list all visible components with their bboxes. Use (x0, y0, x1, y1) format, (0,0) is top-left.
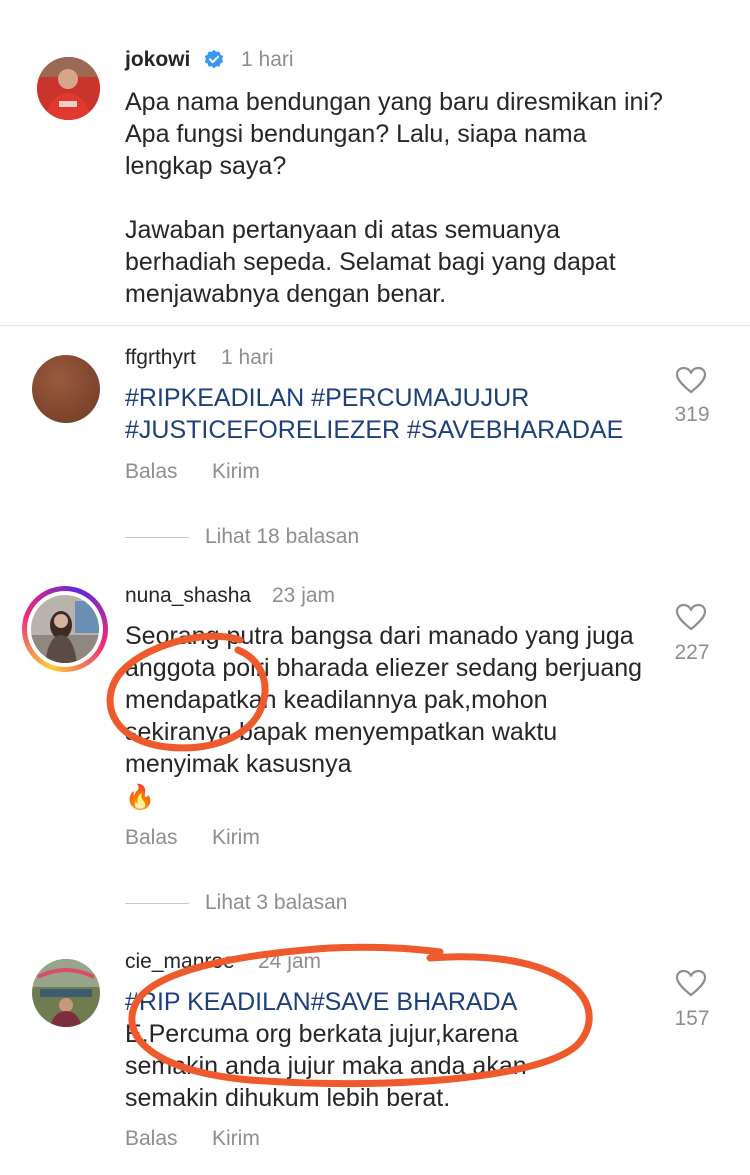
comment-hashtags[interactable]: #RIP KEADILAN#SAVE BHARADA (125, 986, 655, 1018)
avatar-image (37, 57, 100, 120)
view-replies-link[interactable]: Lihat 3 balasan (205, 891, 347, 915)
fire-emoji: 🔥 (125, 784, 155, 811)
like-count: 157 (674, 1007, 710, 1030)
reply-button[interactable]: Balas (125, 460, 178, 484)
comment-timestamp: 23 jam (272, 584, 336, 607)
heart-icon[interactable] (675, 969, 707, 997)
avatar[interactable] (32, 959, 100, 1027)
verified-badge-icon (204, 49, 224, 69)
comment-text: Seorang putra bangsa dari manado yang ju… (125, 622, 650, 778)
comment-username[interactable]: ffgrthyrt (125, 346, 196, 370)
send-button[interactable]: Kirim (212, 460, 260, 484)
comment-hashtags[interactable]: #RIPKEADILAN #PERCUMAJUJUR #JUSTICEFOREL… (125, 382, 645, 446)
avatar-image (32, 959, 100, 1027)
reply-button[interactable]: Balas (125, 826, 178, 850)
like-count: 319 (674, 403, 710, 426)
comment-username[interactable]: cie_manroe (125, 950, 235, 974)
send-button[interactable]: Kirim (212, 1127, 260, 1151)
divider (0, 325, 750, 326)
like-count: 227 (674, 641, 710, 664)
comment-timestamp: 24 jam (258, 950, 322, 973)
avatar[interactable] (32, 355, 100, 423)
avatar[interactable] (37, 57, 100, 120)
caption-text: Apa nama bendungan yang baru diresmikan … (125, 88, 663, 308)
avatar-image (31, 595, 99, 663)
send-button[interactable]: Kirim (212, 826, 260, 850)
view-replies-link[interactable]: Lihat 18 balasan (205, 525, 359, 549)
heart-icon[interactable] (675, 603, 707, 631)
divider (125, 537, 189, 538)
caption-username[interactable]: jokowi (125, 48, 190, 72)
heart-icon[interactable] (675, 366, 707, 394)
comment-username[interactable]: nuna_shasha (125, 584, 251, 608)
avatar[interactable] (22, 586, 108, 672)
comment-text: E.Percuma org berkata jujur,karena semak… (125, 1020, 534, 1112)
reply-button[interactable]: Balas (125, 1127, 178, 1151)
caption-timestamp: 1 hari (241, 48, 294, 71)
divider (125, 903, 189, 904)
comment-timestamp: 1 hari (221, 346, 274, 369)
